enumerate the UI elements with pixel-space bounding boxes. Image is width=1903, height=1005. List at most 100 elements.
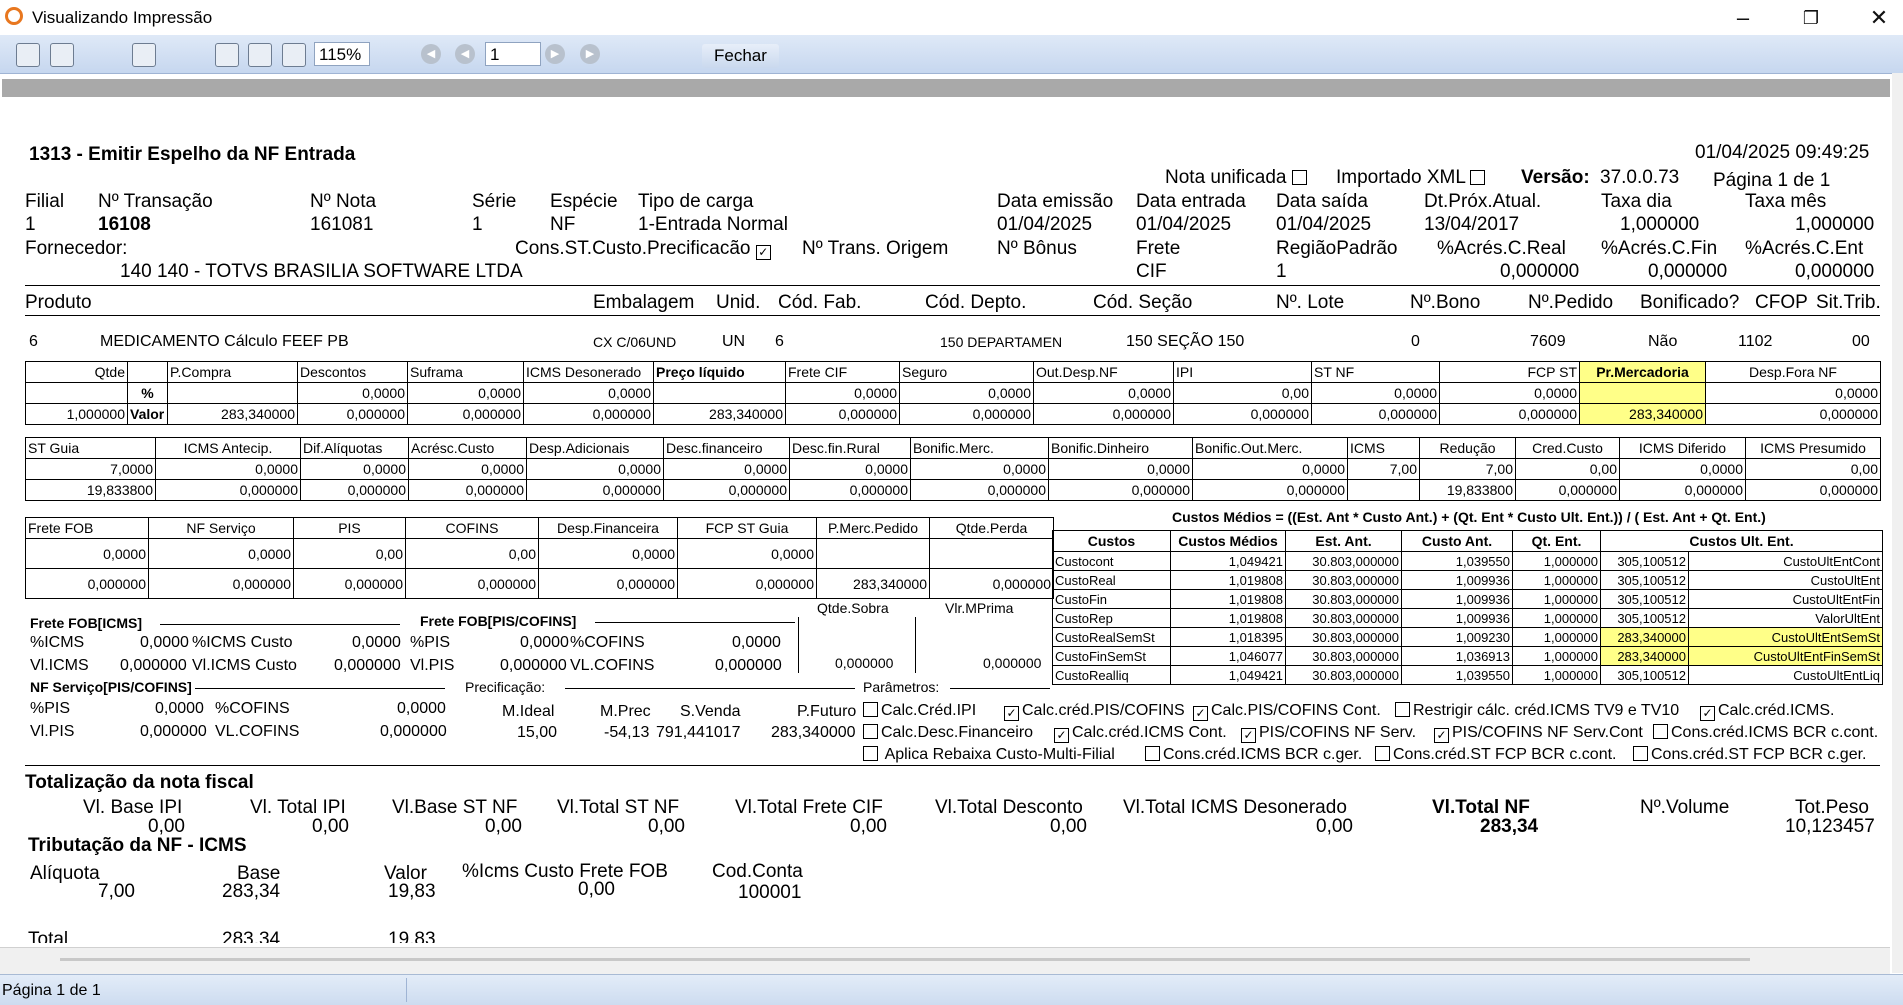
table-header: Desp.Fora NF <box>1705 361 1881 383</box>
serie-value: 1 <box>472 214 483 235</box>
checkbox-checked-icon[interactable]: ✓ <box>1434 728 1449 743</box>
last-page-icon[interactable]: ▶ <box>580 44 600 64</box>
embalagem-label: Embalagem <box>593 292 695 313</box>
prev-page-icon[interactable]: ◀ <box>455 44 475 64</box>
param-calc-cred-icms-cont[interactable]: ✓ Calc.créd.ICMS Cont. <box>1054 724 1227 743</box>
param-cons-cred-st-fcp-ger[interactable]: Cons.créd.ST FCP BCR c.ger. <box>1633 746 1866 764</box>
param-calc-cred-ipi[interactable]: Calc.Créd.IPI <box>863 702 976 720</box>
svenda-value: 791,441017 <box>656 724 741 741</box>
table-cell: 0,000000 <box>910 479 1049 501</box>
table-cell: 0,0000 <box>910 458 1049 480</box>
taxa-dia-value: 1,000000 <box>1620 214 1700 235</box>
filial-value: 1 <box>25 214 36 235</box>
multi-page-icon[interactable] <box>248 43 272 67</box>
data-emissao-value: 01/04/2025 <box>997 214 1093 235</box>
sit-trib-value: 00 <box>1852 333 1870 350</box>
total-value: 0,00 <box>1316 816 1353 837</box>
param-aplica-rebaixa[interactable]: Aplica Rebaixa Custo-Multi-Filial <box>863 746 1115 764</box>
total-nf-value: 283,34 <box>1480 816 1539 837</box>
table-cell: 0,0000 <box>1619 458 1746 480</box>
table-header: Redução <box>1419 437 1516 459</box>
acres-real-label: %Acrés.C.Real <box>1437 238 1566 259</box>
minimize-button[interactable]: – <box>1720 3 1766 33</box>
zoom-icon[interactable] <box>282 43 306 67</box>
checkbox-checked-icon[interactable]: ✓ <box>1193 706 1208 721</box>
table-cell: 1,049421 <box>1170 551 1286 571</box>
close-button[interactable]: Fechar <box>702 44 779 68</box>
especie-label: Espécie <box>550 191 618 212</box>
table-cell: 30.803,000000 <box>1285 608 1402 628</box>
table-cell <box>653 382 786 404</box>
serie-label: Série <box>472 191 517 212</box>
horizontal-scrollbar[interactable] <box>0 947 1890 975</box>
cons-st-checkbox[interactable]: ✓ <box>755 245 771 260</box>
table-header: NF Serviço <box>148 517 294 539</box>
divider <box>950 688 1050 689</box>
first-page-icon[interactable]: ◀ <box>421 44 441 64</box>
param-calc-cred-icms[interactable]: ✓ Calc.créd.ICMS. <box>1700 702 1834 721</box>
param-calc-cred-pis-cofins[interactable]: ✓ Calc.créd.PIS/COFINS <box>1004 702 1185 721</box>
table-cell: 0,0000 <box>538 538 678 569</box>
checkbox-icon[interactable] <box>1145 746 1160 761</box>
close-window-button[interactable]: ✕ <box>1856 3 1902 33</box>
checkbox-icon[interactable] <box>1653 724 1668 739</box>
restore-button[interactable]: ❐ <box>1788 3 1834 33</box>
param-calc-pis-cofins-cont[interactable]: ✓ Calc.PIS/COFINS Cont. <box>1193 702 1381 721</box>
frete-value: CIF <box>1136 261 1167 282</box>
table-cell: 1,018395 <box>1170 627 1286 647</box>
table-header: P.Compra <box>167 361 298 383</box>
table-cell: 0,000000 <box>407 403 524 425</box>
table-cell: 1,049421 <box>1170 665 1286 685</box>
trans-origem-label: Nº Trans. Origem <box>802 238 949 259</box>
next-page-icon[interactable]: ▶ <box>545 44 565 64</box>
table-header: Est. Ant. <box>1285 530 1402 552</box>
checkbox-checked-icon[interactable]: ✓ <box>1054 728 1069 743</box>
table-cell: 0,000000 <box>1705 403 1881 425</box>
importado-xml-checkbox[interactable] <box>1470 170 1486 185</box>
single-page-icon[interactable] <box>215 43 239 67</box>
table-cell: 305,100512 <box>1600 608 1689 628</box>
table-header: Frete CIF <box>785 361 900 383</box>
scrollbar-thumb[interactable] <box>60 958 1750 961</box>
checkbox-icon[interactable] <box>863 724 878 739</box>
print-icon[interactable] <box>16 43 40 67</box>
param-calc-desc-financeiro[interactable]: Calc.Desc.Financeiro <box>863 724 1033 742</box>
checkbox-icon[interactable] <box>863 702 878 717</box>
param-pis-cofins-nf-serv[interactable]: ✓ PIS/COFINS NF Serv. <box>1241 724 1416 743</box>
nf-vl-pis-value: 0,000000 <box>140 723 207 740</box>
table-cell: CustoUltEntCont <box>1687 551 1884 571</box>
checkbox-icon[interactable] <box>1633 746 1648 761</box>
pagina-label: Página 1 de 1 <box>1713 170 1831 191</box>
param-cons-cred-st-fcp-cont[interactable]: Cons.créd.ST FCP BCR c.cont. <box>1375 746 1616 764</box>
param-restringir-calc-cred[interactable]: Restrigir cálc. créd.ICMS TV9 e TV10 <box>1395 702 1679 720</box>
mprec-value: -54,13 <box>604 724 650 741</box>
nota-unificada-checkbox[interactable] <box>1291 170 1307 185</box>
table-header: ICMS <box>1347 437 1420 459</box>
pct-icms-custo-label: %ICMS Custo <box>192 634 293 651</box>
param-pis-cofins-nf-serv-cont[interactable]: ✓ PIS/COFINS NF Serv.Cont <box>1434 724 1643 743</box>
data-saida-label: Data saída <box>1276 191 1368 212</box>
table-row: Custocont 1,049421 30.803,000000 1,039550 1,… <box>1052 551 1884 571</box>
vertical-scrollbar[interactable] <box>1892 73 1903 973</box>
cod-conta-label: Cod.Conta <box>712 861 803 882</box>
checkbox-checked-icon[interactable]: ✓ <box>1004 706 1019 721</box>
find-icon[interactable] <box>132 43 156 67</box>
print-setup-icon[interactable] <box>50 43 74 67</box>
table-cell: 0,00 <box>1745 458 1881 480</box>
table-cell: CustoUltEntLiq <box>1687 665 1884 685</box>
checkbox-checked-icon[interactable]: ✓ <box>1241 728 1256 743</box>
table-cell: 1,009936 <box>1401 589 1513 609</box>
checkbox-icon[interactable] <box>1395 702 1410 717</box>
page-number-field[interactable]: 1 <box>485 42 541 66</box>
checkbox-checked-icon[interactable]: ✓ <box>1700 706 1715 721</box>
vl-pis-value: 0,000000 <box>500 657 567 674</box>
checkbox-icon[interactable] <box>1375 746 1390 761</box>
pct-frete-fob-label: %Icms Custo Frete FOB <box>462 861 668 882</box>
param-cons-cred-icms-bcr-cont[interactable]: Cons.créd.ICMS BCR c.cont. <box>1653 724 1878 742</box>
table-cell: 30.803,000000 <box>1285 570 1402 590</box>
checkbox-icon[interactable] <box>863 746 878 761</box>
zoom-field[interactable]: 115% <box>314 42 370 66</box>
param-cons-cred-icms-bcr-ger[interactable]: Cons.créd.ICMS BCR c.ger. <box>1145 746 1362 764</box>
table-cell: 0,0000 <box>523 382 654 404</box>
pedido-value: 7609 <box>1530 333 1566 350</box>
